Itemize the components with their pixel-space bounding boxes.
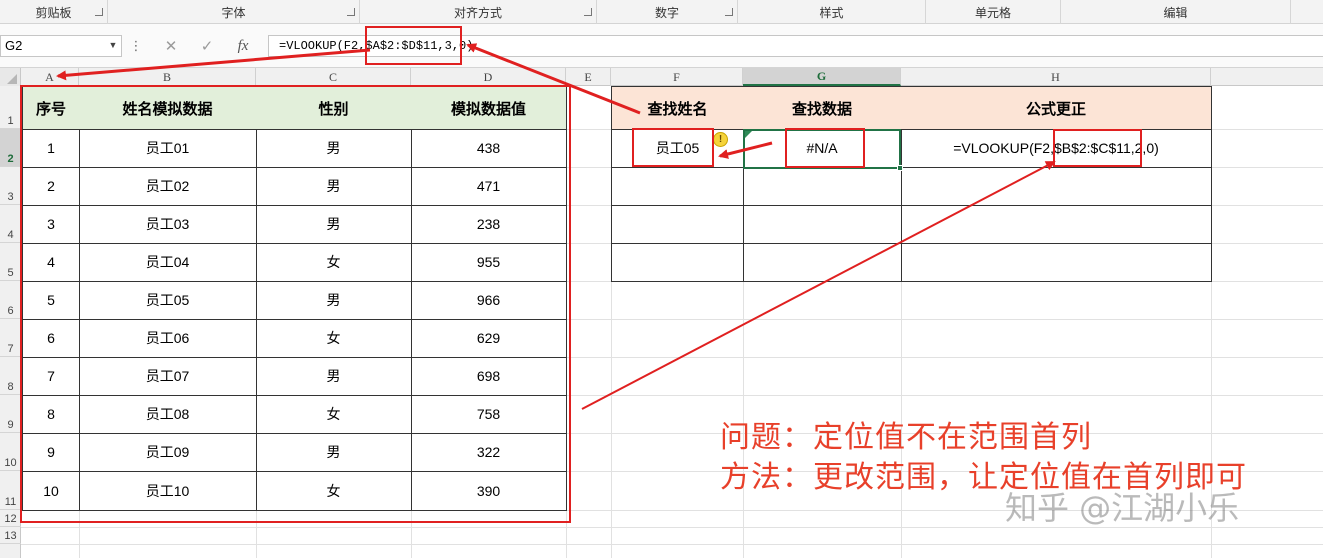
annotation-problem: 问题：定位值不在范围首列 — [720, 420, 1092, 455]
watermark: 知乎 @江湖小乐 — [1005, 489, 1240, 527]
arrow-range-to-column-a — [56, 48, 371, 81]
arrow-result-to-name — [718, 141, 773, 159]
arrow-lookup-to-formula — [466, 43, 641, 115]
arrow-table-to-corrected — [581, 161, 1056, 410]
